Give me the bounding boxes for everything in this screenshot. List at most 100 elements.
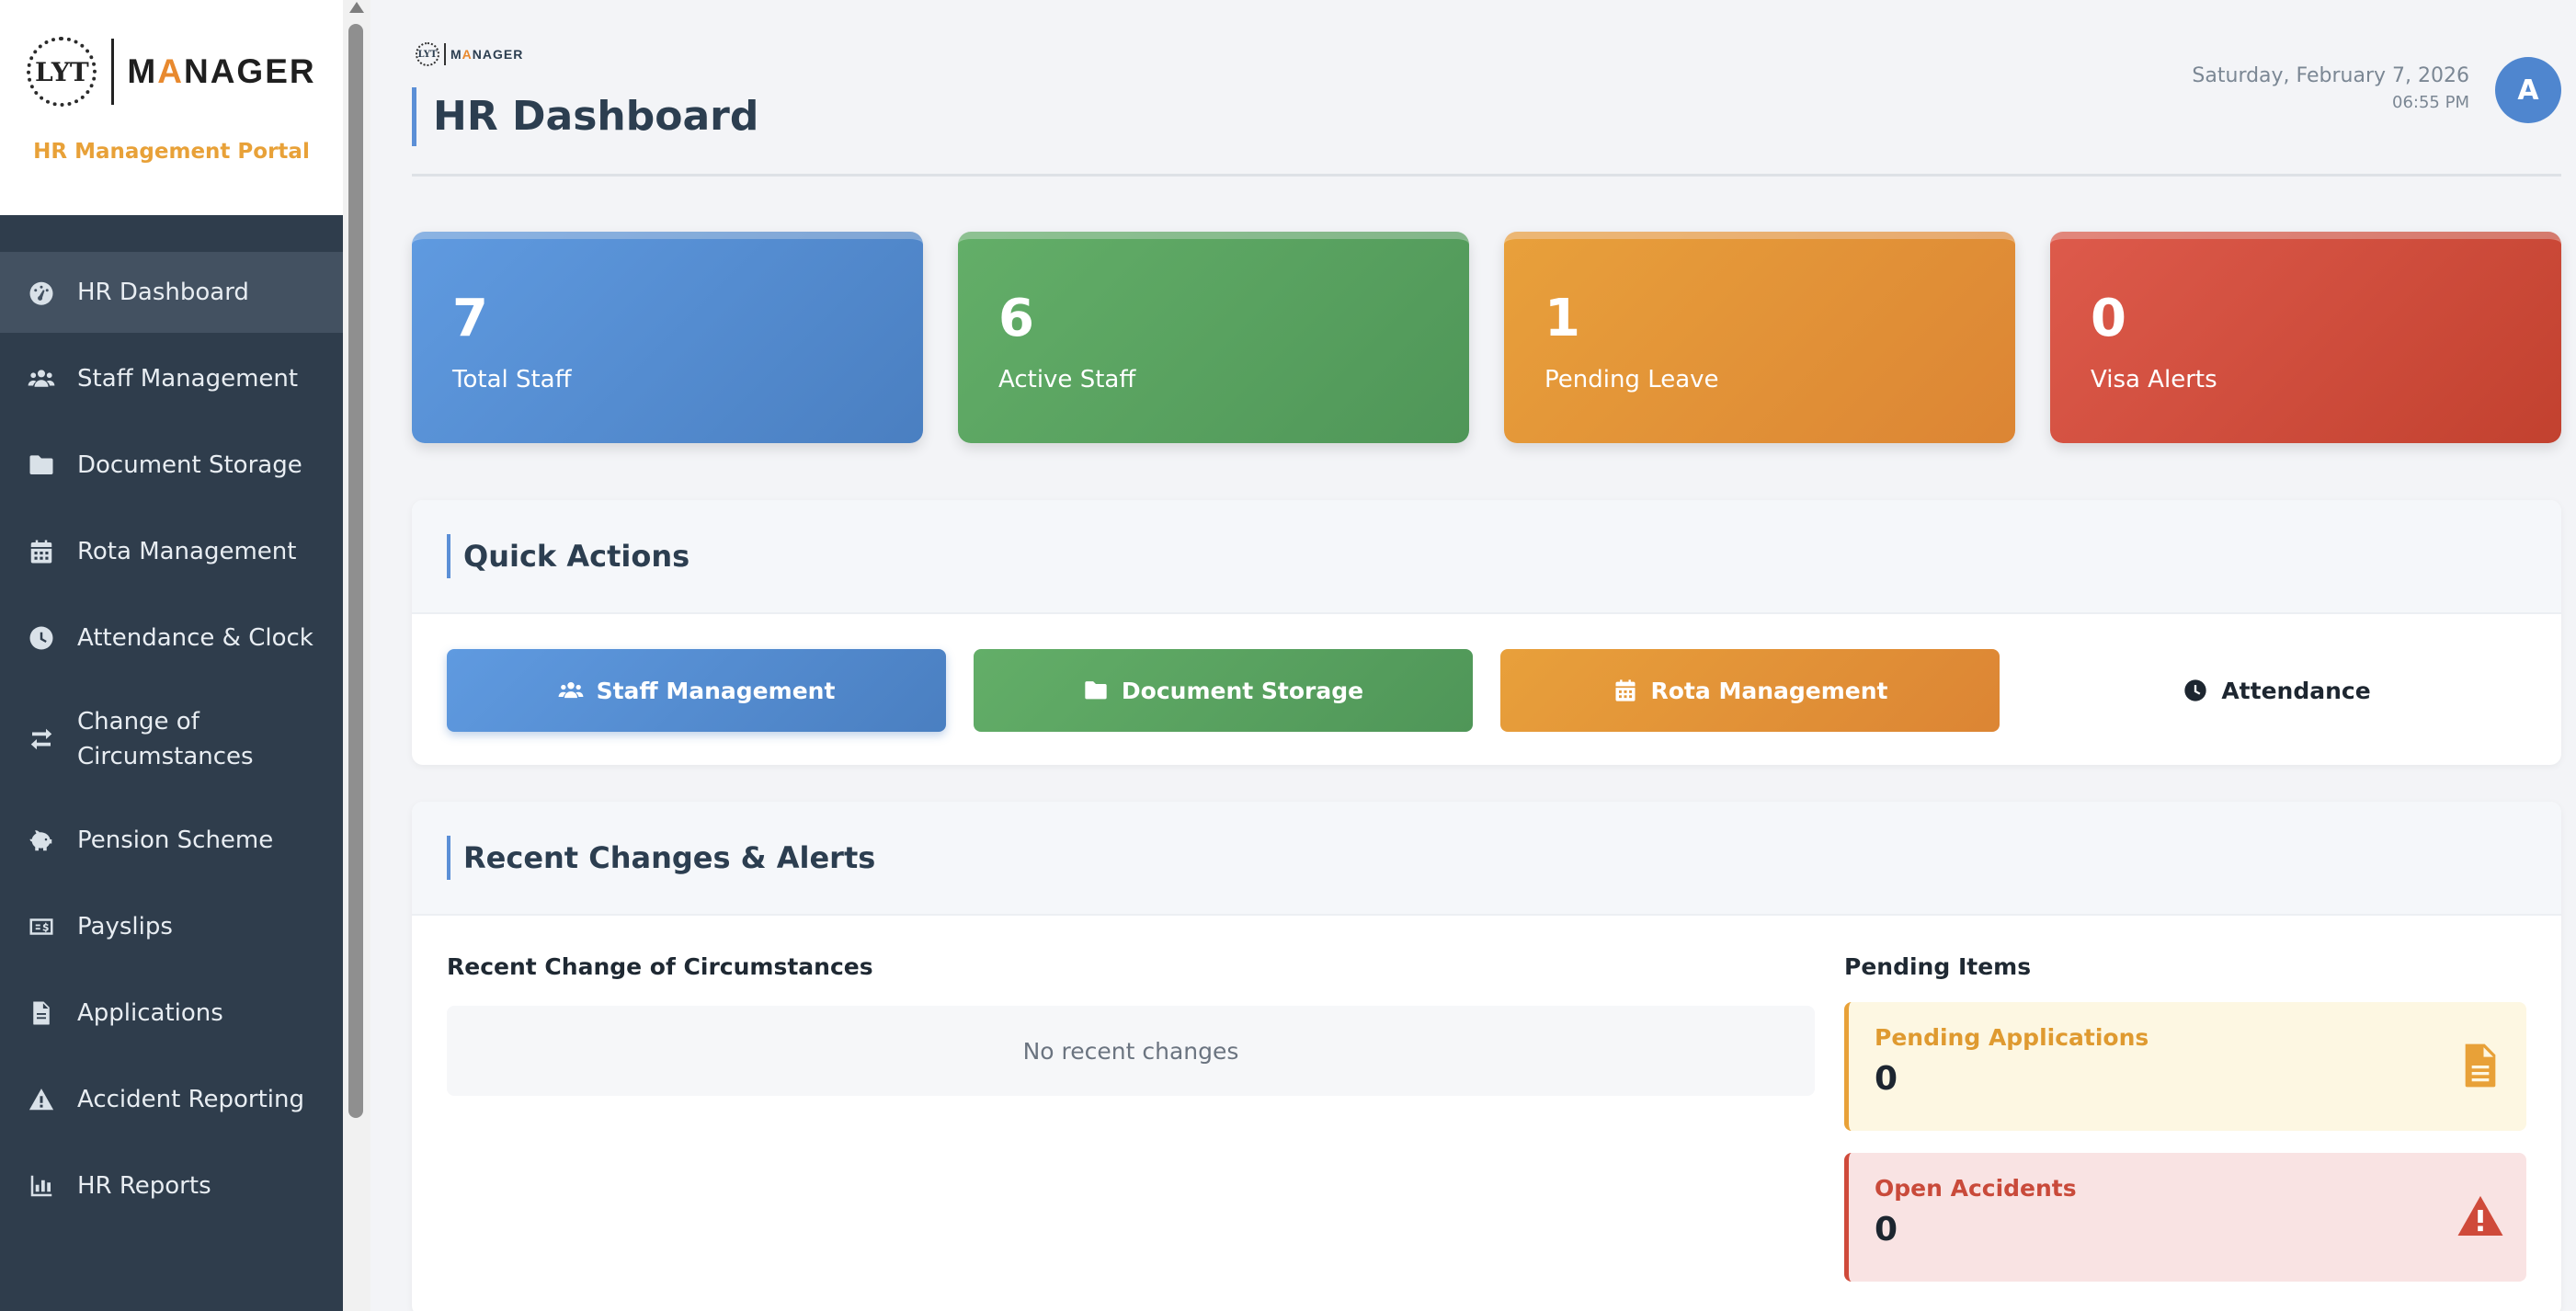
sidebar-item-hr-dashboard[interactable]: HR Dashboard bbox=[0, 252, 343, 333]
money-bill-icon bbox=[26, 911, 57, 942]
stat-value: 1 bbox=[1544, 289, 1580, 348]
rota-management-button[interactable]: Rota Management bbox=[1500, 649, 2000, 732]
users-icon bbox=[558, 682, 584, 699]
sidebar-item-label: HR Reports bbox=[77, 1172, 211, 1200]
folder-icon bbox=[26, 450, 57, 481]
open-accidents-card[interactable]: Open Accidents 0 bbox=[1844, 1153, 2526, 1282]
pending-count: 0 bbox=[1875, 1060, 1898, 1098]
pending-items-title: Pending Items bbox=[1844, 953, 2032, 980]
main-content: LYT MANAGER HR Dashboard Saturday, Febru… bbox=[412, 0, 2561, 1311]
recent-circumstances-title: Recent Change of Circumstances bbox=[447, 953, 873, 980]
sidebar-item-payslips[interactable]: Payslips bbox=[0, 886, 343, 967]
pending-label: Open Accidents bbox=[1875, 1175, 2077, 1202]
sidebar-item-change-of-circumstances[interactable]: Change of Circumstances bbox=[0, 684, 343, 794]
stat-label: Active Staff bbox=[998, 366, 1136, 393]
sidebar-item-label: Payslips bbox=[77, 913, 173, 940]
sidebar-item-applications[interactable]: Applications bbox=[0, 973, 343, 1054]
stat-value: 6 bbox=[998, 289, 1034, 348]
sidebar-item-label: Accident Reporting bbox=[77, 1086, 304, 1113]
mini-logo-divider bbox=[444, 43, 446, 65]
mini-logo-mark: LYT bbox=[416, 42, 439, 66]
attendance-button[interactable]: Attendance bbox=[2027, 649, 2526, 732]
sidebar: LYT MANAGER HR Management Portal HR Dash… bbox=[0, 0, 343, 1311]
logo-mark: LYT bbox=[27, 37, 97, 107]
logo-word-accent: A bbox=[157, 52, 184, 90]
recent-changes-title: Recent Changes & Alerts bbox=[447, 836, 875, 880]
portal-title: HR Management Portal bbox=[33, 140, 310, 164]
clock-icon bbox=[26, 622, 57, 654]
file-icon bbox=[26, 998, 57, 1029]
mini-logo-wordmark: MANAGER bbox=[450, 47, 523, 62]
stat-label: Total Staff bbox=[452, 366, 572, 393]
mini-logo-word-suffix: NAGER bbox=[472, 47, 524, 62]
quick-actions-header: Quick Actions bbox=[412, 500, 2561, 614]
pending-items-section: Pending Items Pending Applications 0 Ope… bbox=[1844, 951, 2526, 1282]
sidebar-item-hr-reports[interactable]: HR Reports bbox=[0, 1146, 343, 1226]
folder-icon bbox=[1085, 681, 1107, 700]
page-header: LYT MANAGER HR Dashboard Saturday, Febru… bbox=[412, 0, 2561, 177]
sidebar-item-label: HR Dashboard bbox=[77, 279, 249, 306]
empty-state: No recent changes bbox=[447, 1006, 1815, 1096]
dashboard-icon bbox=[26, 277, 57, 308]
button-label: Attendance bbox=[2221, 677, 2371, 704]
current-time: 06:55 PM bbox=[2392, 93, 2469, 112]
scroll-up-arrow-icon[interactable] bbox=[349, 2, 364, 13]
stat-card-visa-alerts[interactable]: 0 Visa Alerts bbox=[2050, 232, 2561, 443]
page-title: HR Dashboard bbox=[412, 87, 758, 146]
pending-applications-card[interactable]: Pending Applications 0 bbox=[1844, 1002, 2526, 1131]
pending-count: 0 bbox=[1875, 1211, 1898, 1248]
calendar-icon bbox=[1615, 679, 1635, 701]
brand-logo[interactable]: LYT MANAGER bbox=[27, 37, 315, 107]
stat-label: Pending Leave bbox=[1544, 366, 1719, 393]
document-storage-button[interactable]: Document Storage bbox=[974, 649, 1473, 732]
pending-label: Pending Applications bbox=[1875, 1024, 2149, 1051]
stat-value: 0 bbox=[2091, 289, 2126, 348]
file-alt-icon bbox=[2455, 1039, 2506, 1092]
logo-divider bbox=[111, 39, 115, 105]
sidebar-item-label: Staff Management bbox=[77, 365, 299, 393]
sidebar-item-accident-reporting[interactable]: Accident Reporting bbox=[0, 1059, 343, 1140]
sidebar-item-attendance-clock[interactable]: Attendance & Clock bbox=[0, 598, 343, 678]
quick-actions-panel: Quick Actions Staff Management Document … bbox=[412, 500, 2561, 765]
sidebar-item-staff-management[interactable]: Staff Management bbox=[0, 338, 343, 419]
quick-actions-row: Staff Management Document Storage Rota M… bbox=[412, 614, 2561, 732]
sidebar-item-label: Document Storage bbox=[77, 451, 302, 479]
date-time: Saturday, February 7, 2026 06:55 PM bbox=[2192, 64, 2469, 112]
stat-value: 7 bbox=[452, 289, 488, 348]
mini-logo-word-accent: A bbox=[462, 47, 473, 62]
calendar-icon bbox=[26, 536, 57, 567]
stat-cards: 7 Total Staff 6 Active Staff 1 Pending L… bbox=[412, 232, 2561, 443]
current-date: Saturday, February 7, 2026 bbox=[2192, 64, 2469, 87]
user-avatar[interactable]: A bbox=[2495, 57, 2561, 123]
scrollbar-thumb[interactable] bbox=[348, 24, 363, 1118]
stat-label: Visa Alerts bbox=[2091, 366, 2217, 393]
stat-card-pending-leave[interactable]: 1 Pending Leave bbox=[1504, 232, 2015, 443]
button-label: Document Storage bbox=[1121, 677, 1364, 704]
sidebar-item-document-storage[interactable]: Document Storage bbox=[0, 425, 343, 506]
bar-chart-icon bbox=[26, 1170, 57, 1202]
recent-changes-header: Recent Changes & Alerts bbox=[412, 802, 2561, 916]
warning-icon bbox=[26, 1084, 57, 1115]
sidebar-item-pension-scheme[interactable]: Pension Scheme bbox=[0, 800, 343, 881]
sidebar-item-label: Attendance & Clock bbox=[77, 624, 313, 652]
sidebar-item-label: Change of Circumstances bbox=[77, 708, 254, 770]
stat-card-total-staff[interactable]: 7 Total Staff bbox=[412, 232, 923, 443]
exclamation-triangle-icon bbox=[2455, 1190, 2506, 1243]
recent-circumstances-section: Recent Change of Circumstances No recent… bbox=[447, 951, 1815, 1282]
recent-changes-body: Recent Change of Circumstances No recent… bbox=[412, 916, 2561, 1282]
recent-changes-panel: Recent Changes & Alerts Recent Change of… bbox=[412, 802, 2561, 1311]
sidebar-item-rota-management[interactable]: Rota Management bbox=[0, 511, 343, 592]
button-label: Rota Management bbox=[1650, 677, 1888, 704]
sidebar-nav: HR Dashboard Staff Management Document S… bbox=[0, 252, 343, 1226]
sidebar-brand: LYT MANAGER HR Management Portal bbox=[0, 0, 343, 215]
sidebar-item-label: Applications bbox=[77, 999, 223, 1027]
mini-logo-word-prefix: M bbox=[450, 47, 462, 62]
users-icon bbox=[26, 363, 57, 394]
sidebar-scrollbar[interactable] bbox=[343, 0, 370, 1311]
piggy-bank-icon bbox=[26, 825, 57, 856]
quick-actions-title: Quick Actions bbox=[447, 534, 690, 578]
logo-wordmark: MANAGER bbox=[127, 52, 315, 91]
stat-card-active-staff[interactable]: 6 Active Staff bbox=[958, 232, 1469, 443]
staff-management-button[interactable]: Staff Management bbox=[447, 649, 946, 732]
logo-word-suffix: NAGER bbox=[183, 52, 316, 90]
